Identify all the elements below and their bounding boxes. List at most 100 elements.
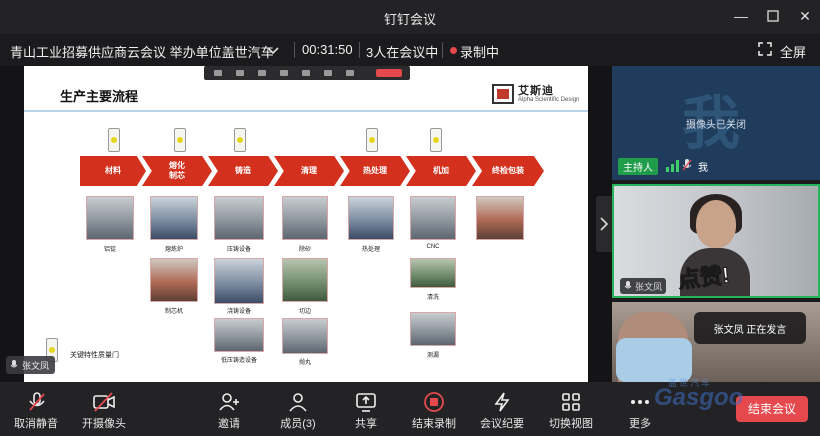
process-photo: [410, 196, 456, 240]
traffic-light-icon: [174, 128, 186, 152]
invite-label: 邀请: [218, 418, 240, 430]
notes-lightning-icon: [494, 392, 510, 412]
share-tool-icon[interactable]: [214, 70, 222, 76]
process-photo: [214, 258, 264, 304]
share-tool-icon[interactable]: [302, 70, 310, 76]
quality-gate-legend: 关键特性质量门: [70, 352, 119, 359]
minutes-button[interactable]: 会议纪要: [478, 382, 526, 436]
process-photo: [282, 258, 328, 302]
recording-dot-icon: [450, 47, 457, 54]
process-photo: [150, 258, 198, 302]
share-tool-icon[interactable]: [346, 70, 354, 76]
recording-status: 录制中: [460, 45, 500, 60]
participants-panel: 我 摄像头已关闭 主持人 我 点赞! 张文凤 张文凤 正在发言: [612, 66, 820, 382]
traffic-light-icon: [108, 128, 120, 152]
fullscreen-icon[interactable]: [758, 42, 772, 56]
photo-caption: 清洗: [426, 295, 439, 301]
stop-share-button[interactable]: [376, 69, 402, 77]
add-user-icon: [219, 393, 239, 411]
share-button[interactable]: 共享: [344, 382, 388, 436]
meeting-topic[interactable]: 青山工业招募供应商云会议 举办单位盖世汽车: [10, 42, 274, 61]
traffic-light-icon: [366, 128, 378, 152]
participant-tile-me[interactable]: 我 摄像头已关闭 主持人 我: [612, 66, 820, 180]
collapse-panel-button[interactable]: [596, 196, 612, 252]
logo-tagline: Alpha Scientific Design: [518, 97, 580, 103]
process-photo: [282, 318, 328, 354]
watermark-logo: 盖世汽车 Gasgoo: [650, 376, 750, 428]
divider: [442, 42, 443, 58]
camera-off-icon: [93, 392, 115, 412]
process-photo: [410, 312, 456, 346]
process-photo: [282, 196, 328, 240]
watermark-brand: Gasgoo: [654, 384, 744, 411]
end-recording-button[interactable]: 结束录制: [410, 382, 458, 436]
end-recording-label: 结束录制: [412, 418, 456, 430]
participant-name-chip: 张文凤: [620, 278, 667, 294]
minutes-label: 会议纪要: [480, 418, 524, 430]
invite-button[interactable]: 邀请: [206, 382, 252, 436]
screen-share-toolbar[interactable]: [204, 66, 410, 80]
photo-caption: 熔炼炉: [164, 247, 183, 253]
process-photo: [214, 318, 264, 352]
switch-view-button[interactable]: 切换视图: [546, 382, 596, 436]
shared-screen: 生产主要流程 艾斯迪 Alpha Scientific Design 材料 熔化…: [0, 66, 612, 382]
divider: [294, 42, 295, 58]
participant-tile-3[interactable]: 张文凤 正在发言: [612, 302, 820, 382]
participant-name: 张文凤: [635, 281, 663, 292]
fullscreen-button[interactable]: 全屏: [780, 42, 806, 61]
signal-strength-icon: [666, 160, 679, 172]
process-photo: [348, 196, 394, 240]
camera-off-label: 摄像头已关闭: [686, 120, 746, 131]
close-icon[interactable]: ✕: [796, 7, 814, 25]
photo-caption: 抛丸: [298, 360, 311, 366]
share-tool-icon[interactable]: [236, 70, 244, 76]
photo-caption: 低压铸造设备: [220, 358, 257, 364]
members-icon: [289, 393, 307, 412]
start-camera-label: 开摄像头: [82, 418, 126, 430]
share-label: 共享: [355, 418, 377, 430]
members-button[interactable]: 成员(3): [272, 382, 324, 436]
traffic-light-icon: [430, 128, 442, 152]
slide-divider: [24, 110, 588, 112]
photo-caption: 热处理: [361, 247, 380, 253]
speaking-indicator: 张文凤 正在发言: [694, 312, 806, 344]
process-photo: [150, 196, 198, 240]
maximize-icon[interactable]: [764, 7, 782, 25]
process-step: 热处理: [340, 156, 410, 186]
minimize-icon[interactable]: —: [732, 7, 750, 25]
share-screen-icon: [356, 393, 376, 412]
logo-name: 艾斯迪: [518, 85, 554, 97]
process-step: 机加: [406, 156, 476, 186]
reaction-sticker: 点赞!: [676, 262, 731, 293]
participants-count[interactable]: 3人在会议中: [366, 42, 438, 61]
unmute-button[interactable]: 取消静音: [10, 382, 62, 436]
process-photo: [214, 196, 264, 240]
speaker-name: 张文凤: [22, 360, 50, 371]
photo-caption: 浇铸设备: [226, 309, 251, 315]
window-title: 钉钉会议: [383, 12, 436, 27]
photo-caption: 制芯机: [164, 309, 183, 315]
photo-caption: CNC: [426, 244, 440, 250]
microphone-icon: [10, 360, 18, 368]
meeting-window: 钉钉会议 — ✕ 青山工业招募供应商云会议 举办单位盖世汽车 00:31:50 …: [0, 0, 820, 436]
traffic-light-row: [24, 128, 588, 156]
divider: [359, 42, 360, 58]
record-stop-icon: [424, 392, 444, 412]
meeting-info-bar: 青山工业招募供应商云会议 举办单位盖世汽车 00:31:50 3人在会议中 录制…: [0, 34, 820, 66]
slide-title: 生产主要流程: [60, 89, 139, 104]
share-tool-icon[interactable]: [258, 70, 266, 76]
switch-view-label: 切换视图: [549, 418, 593, 430]
share-tool-icon[interactable]: [324, 70, 332, 76]
start-camera-button[interactable]: 开摄像头: [78, 382, 130, 436]
chevron-down-icon[interactable]: [266, 40, 280, 61]
photo-caption: 铝锭: [103, 247, 116, 253]
photo-caption: 切边: [298, 309, 311, 315]
participant-tile-speaker[interactable]: 点赞! 张文凤: [612, 184, 820, 298]
process-step: 清理: [274, 156, 344, 186]
host-badge: 主持人: [618, 158, 658, 175]
mic-muted-icon: [682, 159, 692, 171]
unmute-label: 取消静音: [14, 418, 58, 430]
process-step: 铸造: [208, 156, 278, 186]
process-step: 材料: [80, 156, 146, 186]
share-tool-icon[interactable]: [280, 70, 288, 76]
